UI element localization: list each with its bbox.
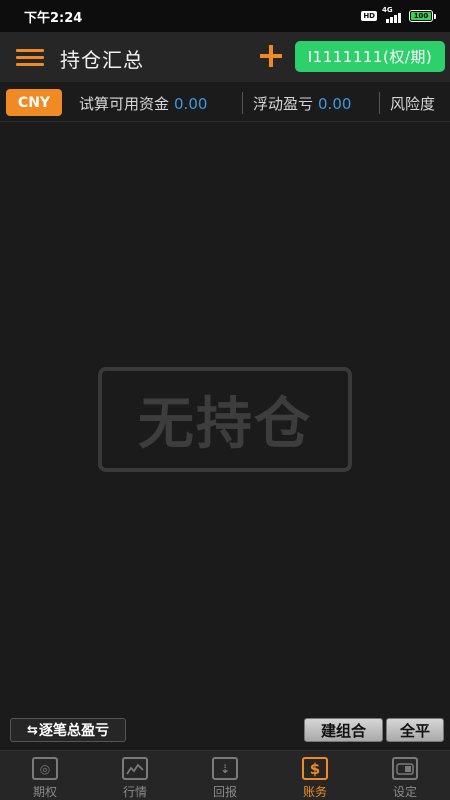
signal-icon: 4G [382,6,404,23]
tab-label: 行情 [122,785,147,799]
menu-icon[interactable] [16,47,44,67]
available-funds: 试算可用资金 0.00 [79,93,207,114]
empty-state-text: 无持仓 [138,392,312,457]
close-all-button[interactable]: 全平 [386,718,444,742]
toggle-icon [392,757,418,780]
pnl-mode-label: 逐笔总盈亏 [38,723,109,739]
risk-degree-label: 风险度 [390,95,436,113]
tab-accounts[interactable]: $ 账务 [270,751,360,800]
account-button[interactable]: I1111111(权/期) [295,41,445,72]
battery-level: 100 [411,12,431,20]
tab-label: 设定 [392,785,417,799]
bottom-tab-bar: ◎ 期权 行情 ⇣ 回报 $ 账务 设定 [0,750,450,800]
tab-reports[interactable]: ⇣ 回报 [180,751,270,800]
chart-icon [122,757,148,780]
floating-pnl: 浮动盈亏 0.00 [253,93,351,114]
floating-pnl-label: 浮动盈亏 [253,95,314,113]
download-icon: ⇣ [212,757,238,780]
risk-degree: 风险度 [390,93,435,114]
app-header: 持仓汇总 I1111111(权/期) [0,32,450,82]
available-funds-label: 试算可用资金 [79,95,170,113]
action-bar: ⇆ 逐笔总盈亏 建组合 全平 [0,713,450,749]
page-title: 持仓汇总 [60,48,144,72]
target-icon: ◎ [32,757,58,780]
tab-quotes[interactable]: 行情 [90,751,180,800]
tab-label: 期权 [32,785,57,799]
divider [379,92,380,114]
currency-button[interactable]: CNY [6,89,62,116]
hd-icon: HD [361,11,377,21]
pnl-mode-toggle-button[interactable]: ⇆ 逐笔总盈亏 [10,718,126,742]
tab-settings[interactable]: 设定 [360,751,450,800]
swap-arrows-icon: ⇆ [27,722,38,738]
status-time: 下午2:24 [24,10,83,26]
divider [242,92,243,114]
build-combo-button[interactable]: 建组合 [304,718,383,742]
dollar-icon: $ [302,757,328,780]
battery-icon: 100 [409,10,436,22]
funds-info-bar: CNY 试算可用资金 0.00 浮动盈亏 0.00 风险度 [0,82,450,122]
add-icon[interactable] [260,45,282,67]
tab-label: 回报 [212,785,237,799]
status-bar: 下午2:24 HD 4G 100 [0,0,450,32]
available-funds-value: 0.00 [174,95,208,113]
tab-label: 账务 [302,785,327,799]
floating-pnl-value: 0.00 [318,95,352,113]
tab-options[interactable]: ◎ 期权 [0,751,90,800]
empty-state: 无持仓 [98,367,352,472]
status-icons: HD 4G 100 [361,6,436,23]
